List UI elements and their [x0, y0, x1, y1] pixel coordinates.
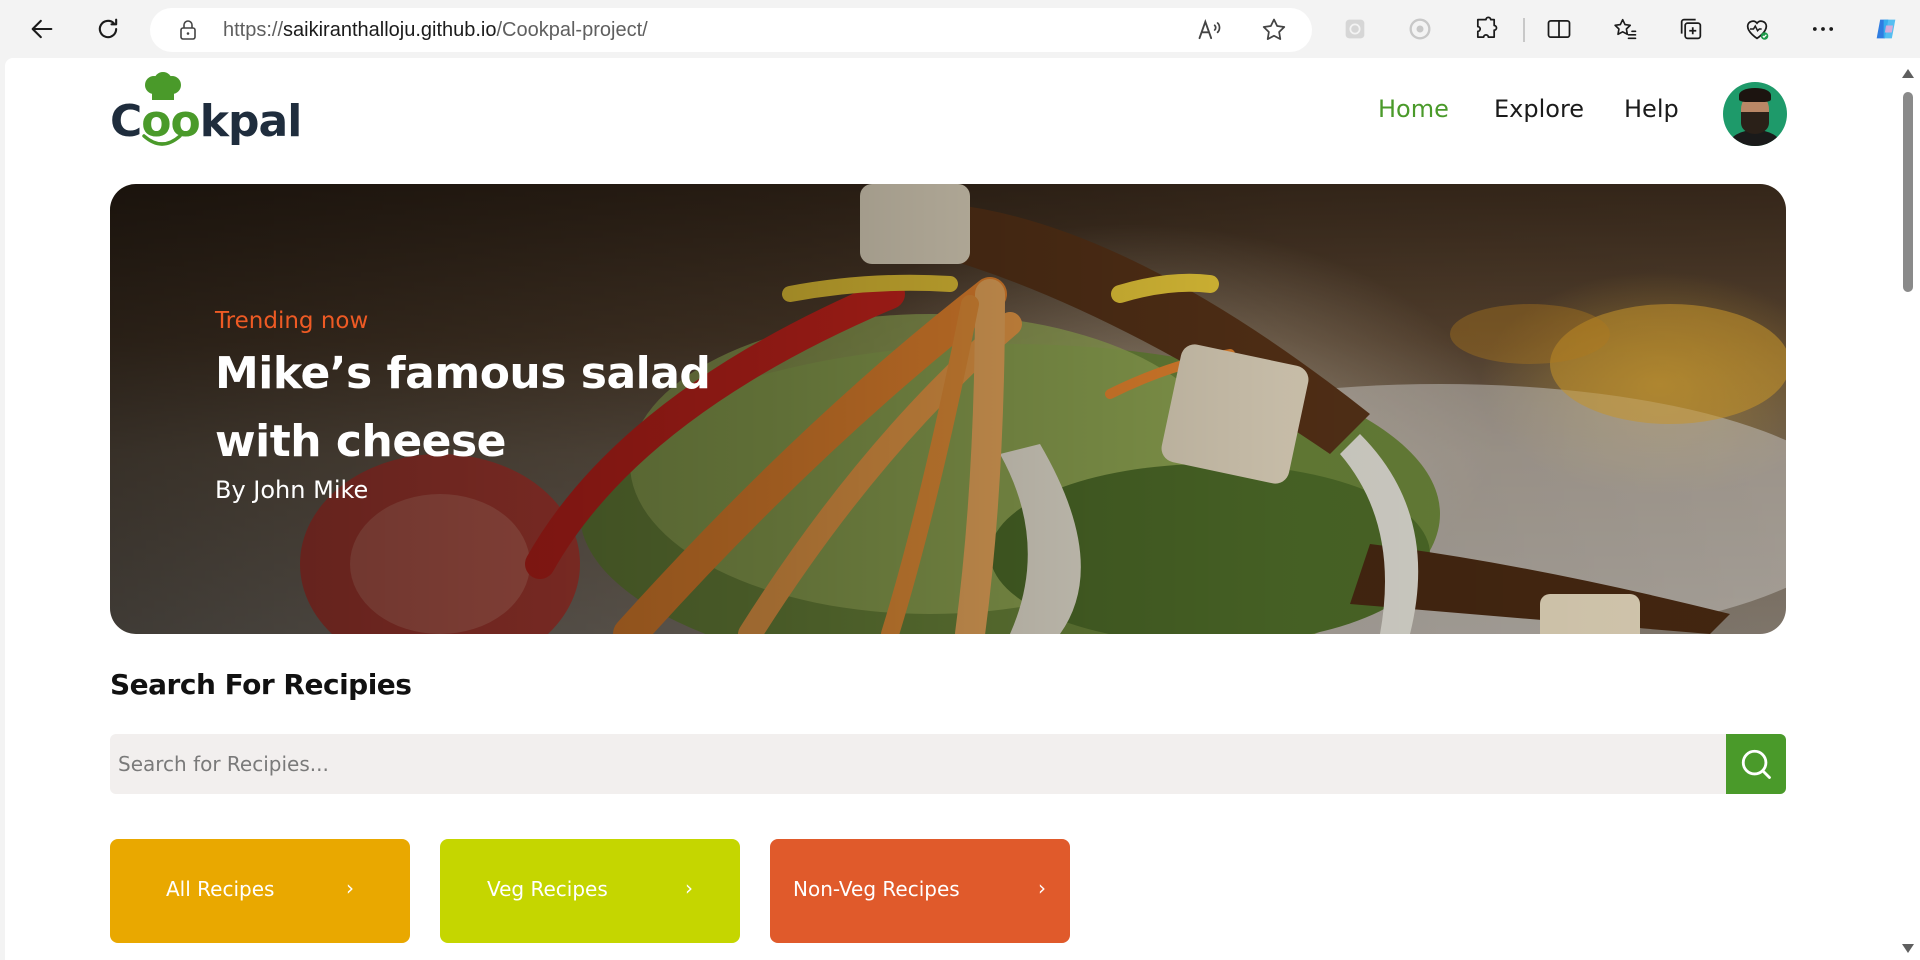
category-all-recipes[interactable]: All Recipes › — [110, 839, 410, 943]
search-bar — [110, 734, 1786, 794]
chevron-right-icon: › — [346, 876, 354, 900]
favorites-list-icon — [1614, 18, 1637, 40]
browser-toolbar: https://saikiranthalloju.github.io/Cookp… — [0, 0, 1920, 58]
favorites-button[interactable] — [1605, 9, 1645, 49]
address-bar[interactable]: https://saikiranthalloju.github.io/Cookp… — [150, 8, 1312, 52]
copilot-icon — [1876, 19, 1896, 39]
cookpal-logo[interactable]: Cookpal — [110, 72, 302, 150]
back-arrow-icon — [31, 19, 53, 39]
search-button[interactable] — [1726, 734, 1786, 794]
extension-button-2[interactable] — [1400, 9, 1440, 49]
collections-icon — [1680, 18, 1702, 40]
lock-icon[interactable] — [176, 18, 200, 42]
more-dots-icon — [1812, 27, 1834, 31]
puzzle-icon — [1476, 16, 1498, 39]
search-input[interactable] — [110, 734, 1726, 794]
refresh-icon — [98, 18, 118, 39]
extension-button-1[interactable] — [1335, 9, 1375, 49]
chevron-right-icon: › — [1038, 876, 1046, 900]
logo-c: C — [110, 96, 142, 147]
page-scrollbar[interactable] — [1896, 58, 1920, 960]
logo-smile-icon — [142, 134, 182, 146]
url-text[interactable]: https://saikiranthalloju.github.io/Cookp… — [223, 8, 648, 52]
chevron-right-icon: › — [685, 876, 693, 900]
collections-button[interactable] — [1671, 9, 1711, 49]
favorite-star-icon[interactable] — [1260, 16, 1288, 44]
avatar-beard — [1741, 112, 1769, 134]
split-screen-button[interactable] — [1539, 9, 1579, 49]
more-menu-button[interactable] — [1803, 9, 1843, 49]
logo-wordmark: Cookpal — [110, 96, 303, 147]
extension-icon — [1345, 19, 1365, 39]
hero-banner[interactable]: Trending now Mike’s famous salad with ch… — [110, 184, 1786, 634]
hero-title[interactable]: Mike’s famous salad with cheese — [215, 340, 775, 476]
nav-help[interactable]: Help — [1624, 95, 1679, 123]
search-icon — [1741, 749, 1771, 779]
url-prefix: https:// — [223, 19, 284, 41]
logo-rest: kpal — [199, 96, 303, 147]
category-non-veg-recipes[interactable]: Non-Veg Recipes › — [770, 839, 1070, 943]
url-path: /Cookpal-project/ — [496, 19, 648, 41]
nav-home[interactable]: Home — [1378, 95, 1449, 123]
category-label: All Recipes — [166, 877, 275, 901]
category-label: Non-Veg Recipes — [793, 877, 960, 901]
user-avatar[interactable] — [1723, 82, 1787, 146]
category-veg-recipes[interactable]: Veg Recipes › — [440, 839, 740, 943]
scroll-up-arrow-icon[interactable] — [1902, 69, 1914, 78]
scroll-thumb[interactable] — [1903, 92, 1913, 292]
extensions-button[interactable] — [1466, 9, 1506, 49]
split-screen-icon — [1547, 19, 1571, 39]
back-button[interactable] — [22, 9, 62, 49]
page-viewport: Cookpal Home Explore Help Trending now M… — [5, 58, 1896, 960]
extension-round-icon — [1409, 18, 1431, 40]
toolbar-divider — [1523, 18, 1525, 42]
hero-author: By John Mike — [215, 476, 369, 504]
copilot-button[interactable] — [1866, 9, 1906, 49]
avatar-hair — [1739, 88, 1771, 102]
category-label: Veg Recipes — [487, 877, 608, 901]
url-host: saikiranthalloju.github.io — [283, 19, 497, 41]
read-aloud-icon[interactable] — [1196, 16, 1224, 44]
search-heading: Search For Recipies — [110, 668, 412, 701]
refresh-button[interactable] — [88, 9, 128, 49]
heart-pulse-icon — [1746, 20, 1769, 40]
hero-tag: Trending now — [215, 308, 369, 334]
scroll-down-arrow-icon[interactable] — [1902, 944, 1914, 953]
browser-essentials-button[interactable] — [1737, 9, 1777, 49]
nav-explore[interactable]: Explore — [1494, 95, 1584, 123]
